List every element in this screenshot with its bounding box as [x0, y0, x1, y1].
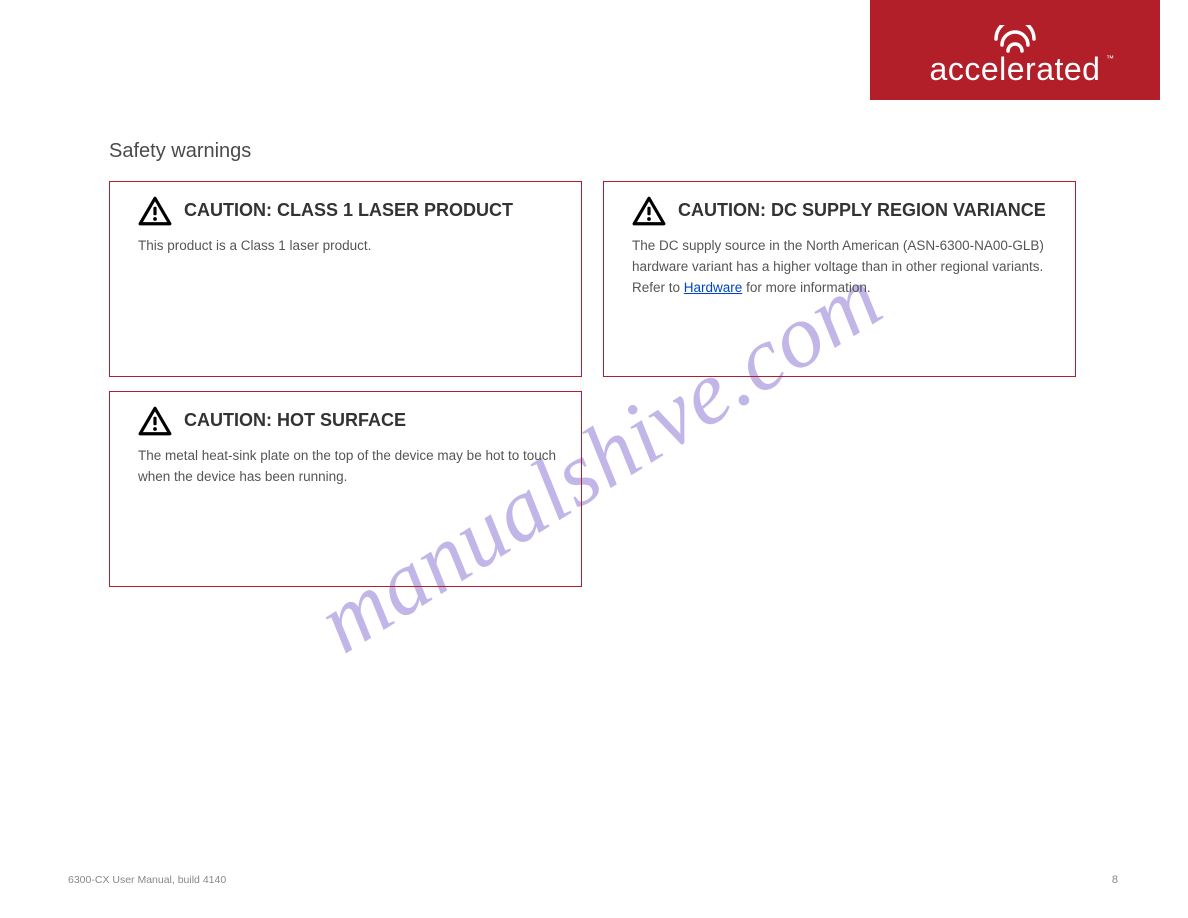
- caution-heading: CAUTION: CLASS 1 LASER PRODUCT: [138, 196, 561, 226]
- caution-box-dc-supply: CAUTION: DC SUPPLY REGION VARIANCE The D…: [603, 181, 1076, 377]
- caution-body-suffix: for more information.: [742, 280, 870, 295]
- caution-body: The DC supply source in the North Americ…: [632, 236, 1055, 299]
- caution-heading-text: CAUTION: HOT SURFACE: [184, 407, 406, 435]
- brand-tm: ™: [1106, 55, 1115, 63]
- warning-triangle-icon: [632, 196, 666, 226]
- warning-triangle-icon: [138, 196, 172, 226]
- caution-box-class1: CAUTION: CLASS 1 LASER PRODUCT This prod…: [109, 181, 582, 377]
- brand-wordmark: accelerated ™: [930, 53, 1101, 85]
- footer-page-number: 8: [1112, 874, 1118, 886]
- hardware-link[interactable]: Hardware: [684, 280, 743, 295]
- caution-heading: CAUTION: DC SUPPLY REGION VARIANCE: [632, 196, 1055, 226]
- footer-doc-id: 6300-CX User Manual, build 4140: [68, 874, 226, 886]
- caution-body: The metal heat-sink plate on the top of …: [138, 446, 561, 488]
- caution-heading-text: CAUTION: CLASS 1 LASER PRODUCT: [184, 197, 513, 225]
- caution-heading-text: CAUTION: DC SUPPLY REGION VARIANCE: [678, 197, 1046, 225]
- brand-logo: accelerated ™: [930, 15, 1101, 85]
- caution-body: This product is a Class 1 laser product.: [138, 236, 561, 257]
- caution-box-hot-surface: CAUTION: HOT SURFACE The metal heat-sink…: [109, 391, 582, 587]
- warning-triangle-icon: [138, 406, 172, 436]
- brand-logo-block: accelerated ™: [870, 0, 1160, 100]
- caution-heading: CAUTION: HOT SURFACE: [138, 406, 561, 436]
- brand-name-text: accelerated: [930, 51, 1101, 87]
- page-title: Safety warnings: [109, 140, 251, 163]
